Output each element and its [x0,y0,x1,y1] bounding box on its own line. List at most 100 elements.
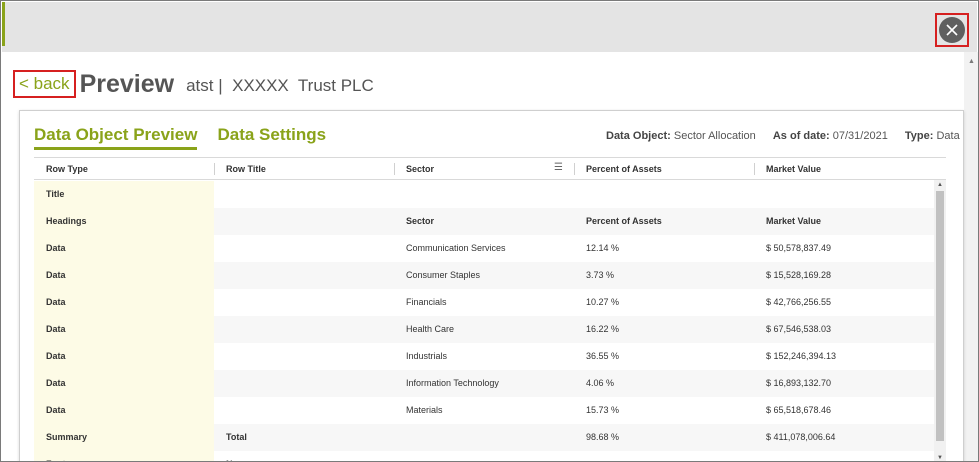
column-header-row-title[interactable]: Row Title [214,158,266,180]
dialog-top-bar [2,2,977,52]
market-value-cell: $ 67,546,538.03 [766,324,832,334]
percent-cell: 98.68 % [586,432,620,442]
percent-cell: 12.14 % [586,243,620,253]
market-value-cell: $ 42,766,256.55 [766,297,832,307]
table-row[interactable]: Data Consumer Staples 3.73 % $ 15,528,16… [34,262,934,289]
back-button[interactable]: < back [13,70,76,98]
market-value-cell: $ 50,578,837.49 [766,243,832,253]
as-of-date-value: 07/31/2021 [832,130,888,142]
percent-cell: Percent of Assets [586,216,662,226]
column-header-sector[interactable]: Sector [394,158,434,180]
row-type-cell: Data [34,316,214,343]
row-type-cell: Data [34,397,214,424]
sector-cell: Communication Services [406,243,506,253]
table-row[interactable]: Data Materials 15.73 % $ 65,518,678.46 [34,397,934,424]
close-icon [946,24,958,36]
table-row[interactable]: Footer Name [34,451,934,461]
percent-cell: 3.73 % [586,270,615,280]
percent-cell [574,181,586,208]
type-value: Data [936,130,960,142]
row-type-cell: Data [34,370,214,397]
page-subtitle: atst | XXXXX Trust PLC [186,76,374,95]
data-object-label: Data Object: [606,130,671,142]
percent-cell: 16.22 % [586,324,620,334]
tab-data-settings[interactable]: Data Settings [217,125,326,150]
table-row[interactable]: Data Information Technology 4.06 % $ 16,… [34,370,934,397]
row-title-cell [214,316,226,343]
market-value-cell: $ 411,078,006.64 [766,432,836,442]
row-title-cell: Name [214,451,251,461]
table-row[interactable]: Data Health Care 16.22 % $ 67,546,538.03 [34,316,934,343]
data-object-meta: Data Object: Sector Allocation As of dat… [606,130,960,142]
row-type-cell: Headings [34,208,214,235]
preview-panel: Data Object Preview Data Settings Data O… [19,110,964,461]
page-title: Preview [79,69,175,98]
column-menu-icon[interactable]: ☰ [554,162,563,173]
preview-grid: Row Type Row Title Sector ☰ Percent of A… [34,157,946,461]
table-row[interactable]: Summary Total 98.68 % $ 411,078,006.64 [34,424,934,451]
row-title-cell [214,343,226,370]
type-label: Type: [904,130,934,142]
table-row[interactable]: Title [34,181,934,208]
market-value-cell [754,451,766,461]
row-title-cell [214,208,226,235]
sector-cell: Information Technology [406,378,499,388]
percent-cell: 15.73 % [586,405,620,415]
market-value-cell [754,181,766,208]
sector-cell: Financials [406,297,447,307]
close-highlight [935,13,969,47]
row-type-cell: Title [34,181,214,208]
sector-cell: Consumer Staples [406,270,481,280]
row-title-cell [214,262,226,289]
table-row[interactable]: Data Financials 10.27 % $ 42,766,256.55 [34,289,934,316]
tab-bar: Data Object Preview Data Settings [34,125,346,150]
sector-cell [394,451,406,461]
market-value-cell: $ 65,518,678.46 [766,405,832,415]
preview-header: < back Preview atst | XXXXX Trust PLC [13,69,374,99]
column-header-row-type[interactable]: Row Type [34,158,88,180]
row-title-cell: Total [226,432,247,442]
column-header-market-value[interactable]: Market Value [754,158,821,180]
percent-cell: 36.55 % [586,351,620,361]
row-type-cell: Footer [34,451,214,461]
grid-scrollbar[interactable]: ▲ ▼ [934,180,946,461]
table-row[interactable]: Data Communication Services 12.14 % $ 50… [34,235,934,262]
sector-cell: Industrials [406,351,448,361]
scrollbar-thumb[interactable] [936,191,944,441]
market-value-cell: $ 16,893,132.70 [766,378,832,388]
dialog-scrollbar[interactable]: ▲ [964,52,978,461]
sector-cell: Sector [406,216,435,226]
table-row[interactable]: Data Industrials 36.55 % $ 152,246,394.1… [34,343,934,370]
row-type-cell: Data [34,289,214,316]
tab-data-object-preview[interactable]: Data Object Preview [34,125,198,150]
scroll-up-icon[interactable]: ▲ [968,58,975,65]
row-title-cell [214,289,226,316]
percent-cell: 10.27 % [586,297,620,307]
grid-header: Row Type Row Title Sector ☰ Percent of A… [34,158,946,180]
table-row[interactable]: Headings Sector Percent of Assets Market… [34,208,934,235]
sector-cell: Health Care [406,324,455,334]
row-type-cell: Data [34,235,214,262]
as-of-date-label: As of date: [772,130,830,142]
row-title-cell [214,397,226,424]
sector-cell [394,424,406,451]
row-title-cell [214,181,226,208]
percent-cell: 4.06 % [586,378,615,388]
data-object-value: Sector Allocation [673,130,756,142]
row-title-cell [214,235,226,262]
preview-dialog: ▲ < back Preview atst | XXXXX Trust PLC … [0,0,979,462]
scroll-down-icon[interactable]: ▼ [937,455,943,461]
sector-cell [394,181,406,208]
scroll-up-icon[interactable]: ▲ [937,182,943,188]
sector-cell: Materials [406,405,443,415]
percent-cell [574,451,586,461]
column-header-percent-of-assets[interactable]: Percent of Assets [574,158,662,180]
market-value-cell: $ 15,528,169.28 [766,270,832,280]
close-button[interactable] [939,17,965,43]
market-value-cell: Market Value [766,216,822,226]
row-title-cell [214,370,226,397]
row-type-cell: Data [34,262,214,289]
market-value-cell: $ 152,246,394.13 [766,351,837,361]
row-type-cell: Data [34,343,214,370]
row-type-cell: Summary [34,424,214,451]
